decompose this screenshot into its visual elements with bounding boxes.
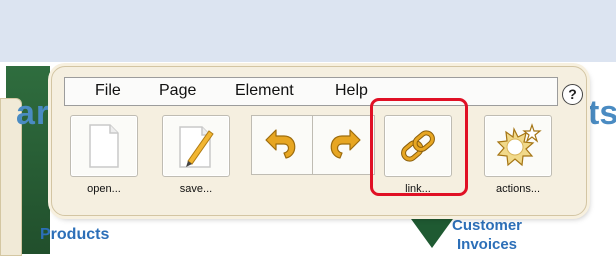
customer-invoices-line2: Invoices: [456, 236, 518, 253]
save-label: save...: [179, 183, 213, 195]
page-top-band: [0, 0, 616, 62]
menu-file[interactable]: File: [95, 82, 121, 100]
save-button-frame: [162, 115, 230, 177]
edit-document-icon: [179, 126, 214, 168]
actions-button-frame: [484, 115, 552, 177]
open-label: open...: [87, 183, 121, 195]
products-link[interactable]: Products: [40, 226, 109, 244]
open-button-frame: [70, 115, 138, 177]
menu-element[interactable]: Element: [235, 82, 294, 100]
menu-help[interactable]: Help: [335, 82, 368, 100]
actions-label: actions...: [495, 183, 541, 195]
customer-invoices-link[interactable]: Customer Invoices: [452, 216, 522, 254]
menu-page[interactable]: Page: [159, 82, 196, 100]
starburst-gear-icon: [496, 123, 542, 167]
editor-toolbar-panel: File Page Element Help ? open... save...: [51, 66, 587, 216]
undo-icon: [265, 129, 296, 159]
help-icon-button[interactable]: ?: [562, 84, 583, 105]
save-button[interactable]: save...: [162, 115, 230, 195]
redo-button[interactable]: [313, 115, 375, 175]
link-highlight-annotation: [370, 98, 468, 196]
obscured-heading-left: ar: [16, 94, 51, 132]
redo-icon: [330, 129, 361, 159]
open-button[interactable]: open...: [70, 115, 138, 195]
obscured-heading-right: ts: [588, 94, 616, 132]
undo-redo-group: [251, 115, 377, 175]
customer-invoices-line1: Customer: [452, 217, 523, 234]
undo-button[interactable]: [251, 115, 313, 175]
menu-bar: File Page Element Help: [64, 77, 558, 106]
actions-button[interactable]: actions...: [484, 115, 552, 195]
document-icon: [89, 124, 119, 168]
